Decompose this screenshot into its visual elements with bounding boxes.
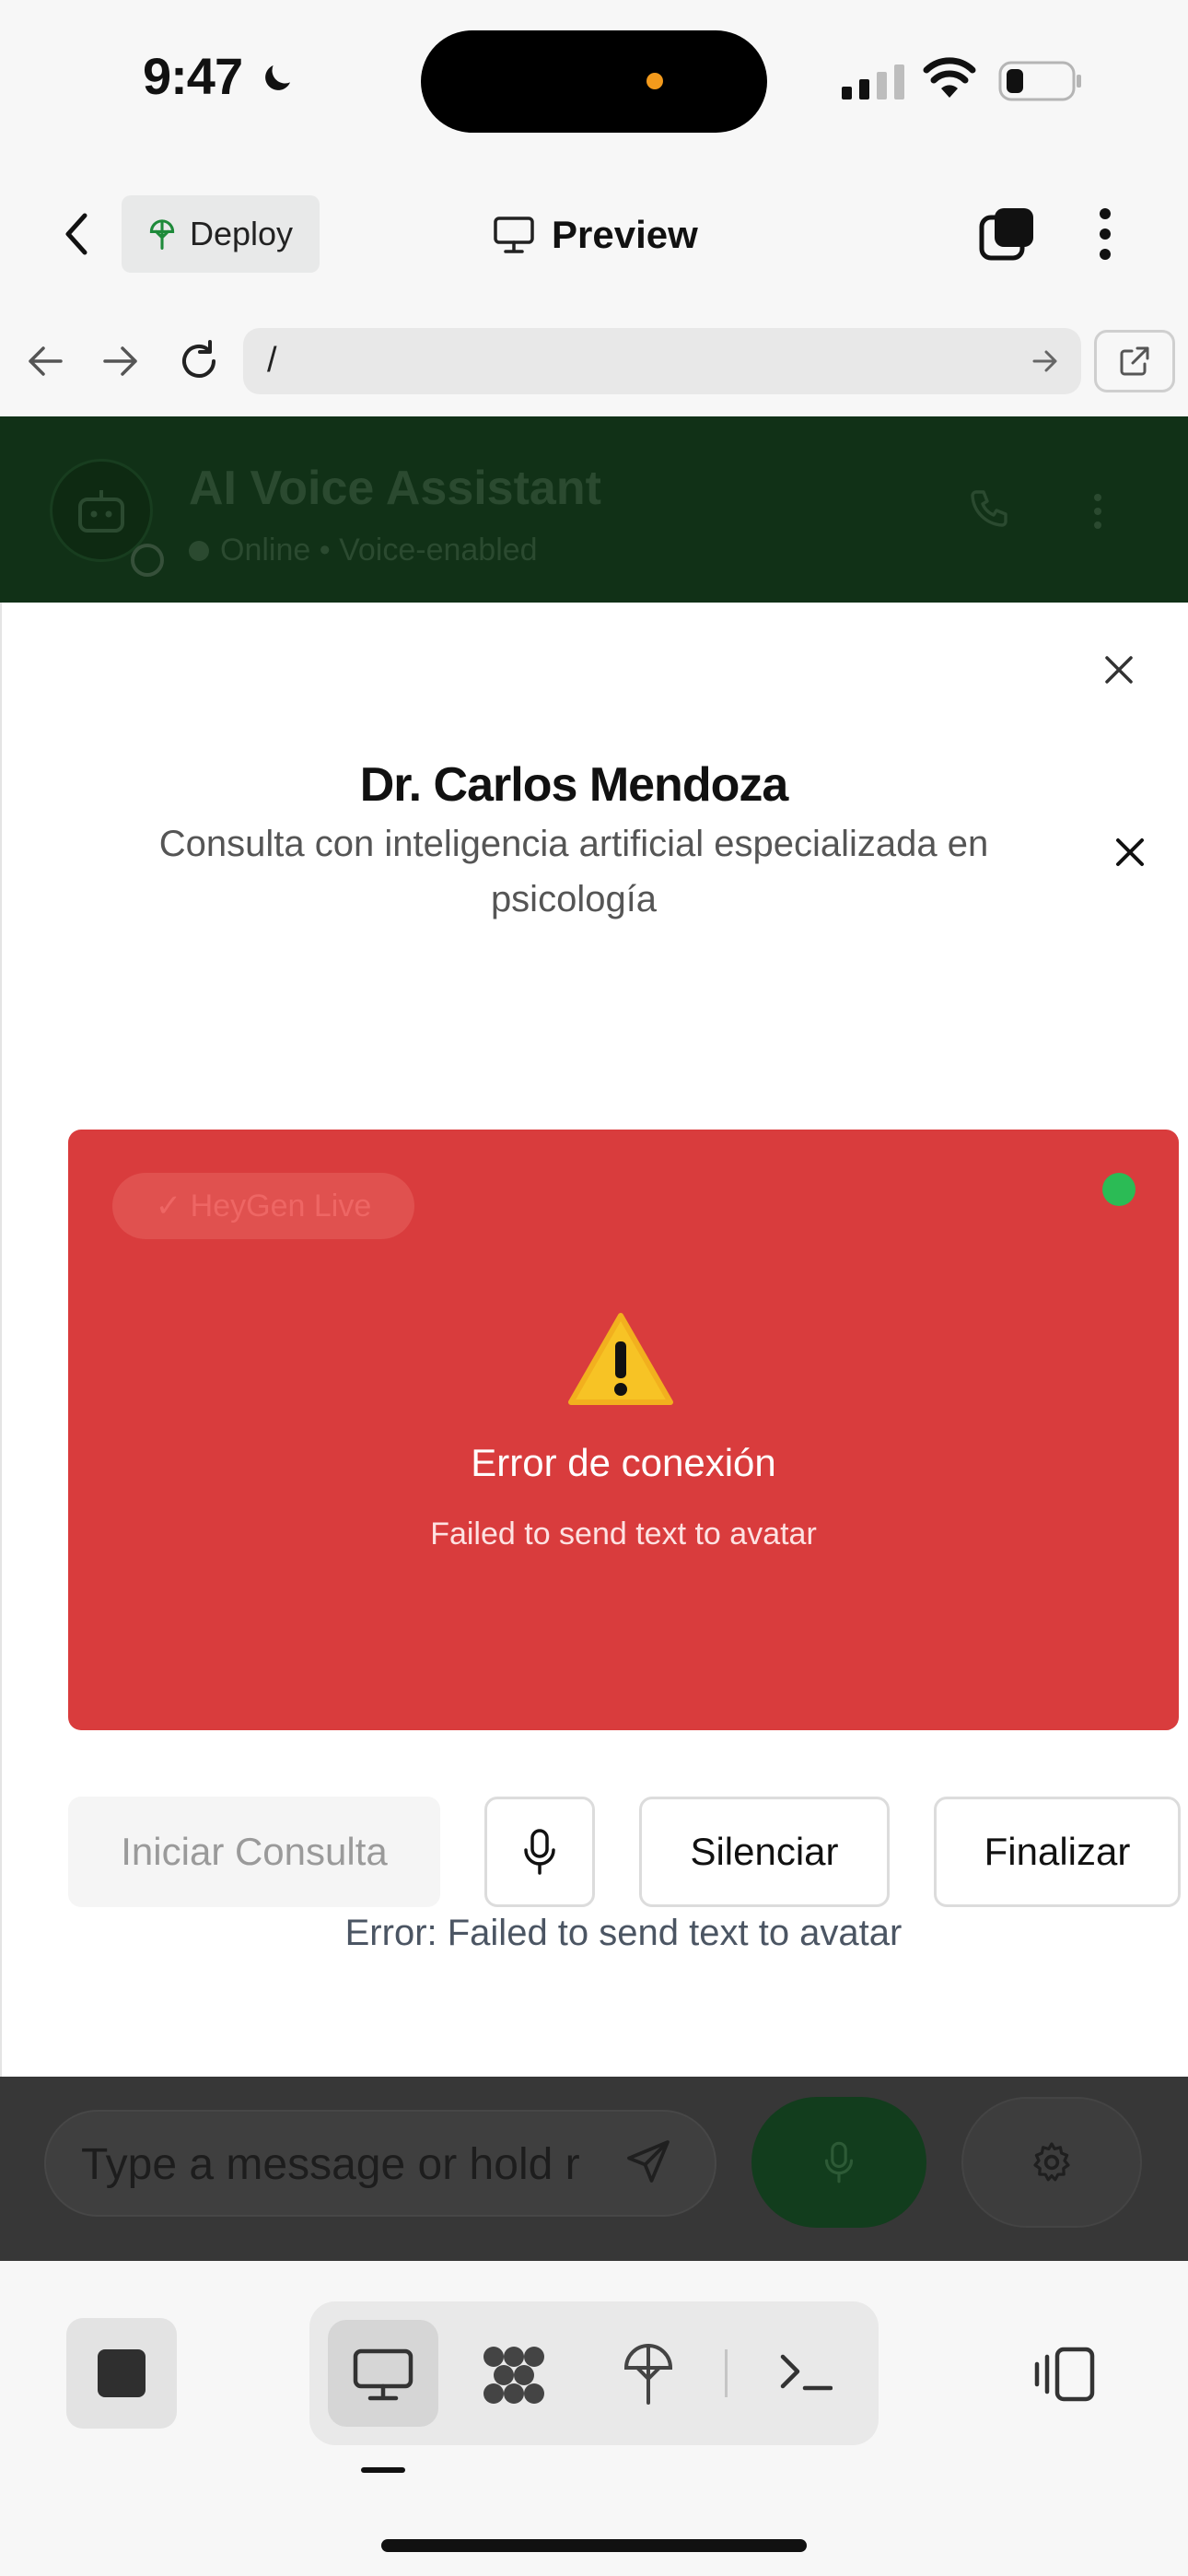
preview-label: Preview	[552, 213, 698, 256]
signal-icon	[842, 63, 906, 100]
monitor-icon	[493, 216, 535, 254]
deploy-button[interactable]: Deploy	[122, 195, 320, 273]
switcher-divider	[725, 2349, 728, 2397]
battery-icon	[998, 61, 1083, 101]
go-arrow-icon[interactable]	[1031, 348, 1059, 374]
heygen-live-badge: ✓ HeyGen Live	[112, 1173, 414, 1239]
chat-status: Online • Voice-enabled	[189, 533, 538, 568]
send-icon[interactable]	[623, 2136, 674, 2187]
doctor-subtitle: Consulta con inteligencia artificial esp…	[158, 824, 989, 919]
tabs-icon[interactable]	[978, 205, 1037, 263]
online-dot	[189, 540, 209, 561]
phone-icon[interactable]	[967, 486, 1011, 531]
arrow-right-icon[interactable]	[101, 343, 140, 380]
start-consultation-button[interactable]: Iniciar Consulta	[68, 1797, 440, 1907]
more-vertical-icon[interactable]	[1096, 206, 1114, 262]
footer-error: Error: Failed to send text to avatar	[344, 1913, 903, 1953]
stop-icon	[98, 2349, 146, 2397]
chat-subtitle: Online • Voice-enabled	[220, 533, 538, 568]
mute-button[interactable]: Silenciar	[639, 1797, 890, 1907]
back-chevron-icon[interactable]	[59, 208, 96, 260]
doctor-name: Dr. Carlos Mendoza	[359, 758, 789, 812]
deploy-tree-icon[interactable]	[621, 2340, 676, 2406]
dialog-close-icon[interactable]	[1114, 837, 1146, 868]
error-message: Failed to send text to avatar	[430, 1516, 817, 1551]
live-indicator	[1102, 1173, 1136, 1206]
voice-record-button[interactable]	[751, 2097, 926, 2228]
split-panel-icon[interactable]	[1033, 2346, 1098, 2403]
moon-icon	[258, 59, 297, 98]
bot-icon	[75, 486, 128, 534]
url-bar[interactable]	[243, 328, 1081, 394]
active-tab-underline	[361, 2467, 405, 2473]
deploy-icon	[147, 217, 177, 251]
warning-icon	[567, 1312, 674, 1406]
mic-icon	[521, 1828, 558, 1876]
external-link-icon	[1119, 345, 1150, 377]
status-ring	[131, 544, 164, 577]
error-title: Error de conexión	[471, 1441, 776, 1484]
privacy-indicator	[646, 73, 663, 89]
stop-button[interactable]	[66, 2318, 177, 2429]
message-placeholder: Type a message or hold r	[81, 2140, 580, 2189]
open-external-button[interactable]	[1094, 330, 1175, 392]
shapes-icon[interactable]	[479, 2344, 549, 2406]
home-indicator	[381, 2539, 807, 2552]
settings-button[interactable]	[961, 2097, 1142, 2228]
chat-more-icon[interactable]	[1090, 492, 1105, 531]
deploy-label: Deploy	[190, 215, 294, 252]
arrow-left-icon[interactable]	[26, 343, 64, 380]
status-time: 9:47	[143, 47, 243, 105]
mic-button[interactable]	[484, 1797, 595, 1907]
preview-tab[interactable]: Preview	[493, 205, 698, 265]
end-button[interactable]: Finalizar	[934, 1797, 1181, 1907]
wifi-icon	[923, 57, 976, 100]
chat-title: AI Voice Assistant	[189, 462, 601, 515]
reload-icon[interactable]	[177, 339, 221, 383]
dynamic-island	[421, 30, 767, 133]
mic-icon	[822, 2140, 856, 2184]
url-text[interactable]: /	[267, 341, 277, 381]
desktop-icon[interactable]	[352, 2348, 414, 2403]
close-icon[interactable]	[1103, 654, 1135, 685]
gear-icon	[1030, 2140, 1074, 2184]
terminal-icon[interactable]	[779, 2351, 833, 2394]
